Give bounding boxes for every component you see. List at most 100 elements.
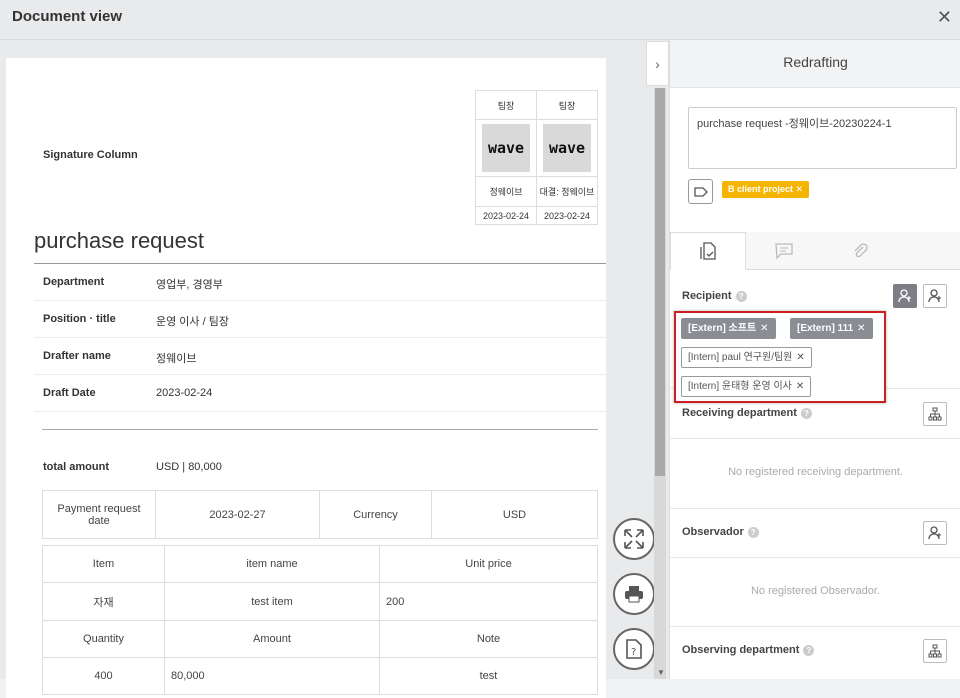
sig-role: 팀장 — [536, 90, 598, 120]
payment-table: Payment request date 2023-02-27 Currency… — [42, 490, 598, 539]
currency-label: Currency — [319, 490, 432, 539]
recipient-chip[interactable]: [Intern] 윤태형 운영 이사 ✕ — [681, 376, 812, 397]
close-icon[interactable]: ✕ — [937, 7, 952, 28]
tag-chip[interactable]: B client project ✕ — [722, 181, 810, 198]
field-key: Position · title — [43, 313, 116, 325]
recipient-chip[interactable]: [Extern] 소프트 ✕ — [681, 318, 776, 339]
table-cell: 80,000 — [164, 657, 380, 695]
tab-approval[interactable] — [670, 232, 746, 270]
sig-role: 팀장 — [475, 90, 537, 120]
empty-message: No registered Observador. — [750, 585, 880, 597]
tag-button[interactable] — [688, 179, 713, 204]
sig-date: 2023-02-24 — [536, 206, 598, 225]
observer-section-title: Observador? — [682, 526, 759, 538]
add-user-icon — [928, 526, 941, 540]
table-cell: test — [379, 657, 598, 695]
payment-label: Payment request date — [42, 490, 156, 539]
field-value: 정웨이브 — [156, 353, 197, 365]
add-recipient-button[interactable] — [893, 284, 917, 308]
document-page: Signature Column 팀장 팀장 wave wave 정웨이브 대결… — [6, 58, 606, 698]
sig-name: 대결: 정웨이브 — [536, 176, 598, 207]
help-doc-button[interactable]: ? — [613, 628, 655, 670]
recipient-chips-box: [Extern] 소프트 ✕ [Extern] 111 ✕ [Intern] pau… — [674, 311, 886, 403]
table-cell: test item — [164, 582, 380, 621]
field-total: total amount USD | 80,000 — [34, 449, 606, 486]
panel-tabs — [670, 232, 960, 270]
window-title: Document view — [12, 8, 123, 25]
field-department: Department 영업부, 경영부 — [34, 264, 606, 301]
receiving-label: Receiving department — [682, 407, 797, 419]
panel-title: Redrafting — [783, 54, 848, 70]
divider — [42, 429, 598, 430]
scrollbar[interactable]: ▼ — [654, 88, 666, 679]
panel-toggle-button[interactable]: › — [646, 41, 669, 86]
comment-icon — [775, 243, 793, 259]
field-key: Draft Date — [43, 387, 96, 399]
add-department-button[interactable] — [923, 402, 947, 426]
field-value: 2023-02-24 — [156, 387, 213, 399]
expand-icon — [624, 529, 644, 549]
scroll-down-icon[interactable]: ▼ — [657, 668, 665, 677]
table-cell: 자재 — [42, 582, 165, 621]
printer-icon — [625, 586, 643, 603]
currency-value: USD — [431, 490, 598, 539]
document-pane: Signature Column 팀장 팀장 wave wave 정웨이브 대결… — [0, 40, 669, 698]
remove-icon[interactable]: ✕ — [796, 184, 804, 194]
recipient-chip[interactable]: [Intern] paul 연구원/팀원 ✕ — [681, 347, 812, 368]
empty-message: No registered receiving department. — [728, 466, 903, 478]
org-chart-icon — [928, 644, 942, 658]
tab-attachments[interactable] — [822, 232, 898, 270]
table-cell: 400 — [42, 657, 165, 695]
chip-label: [Intern] 윤태형 운영 이사 — [688, 381, 792, 392]
observer-label: Observador — [682, 526, 744, 538]
subject-field[interactable]: purchase request -정웨이브-20230224-1 — [688, 107, 957, 169]
org-chart-icon — [928, 407, 942, 421]
remove-icon[interactable]: ✕ — [857, 323, 865, 334]
document-title: purchase request — [34, 228, 204, 253]
add-observer-button[interactable] — [923, 521, 947, 545]
field-key: total amount — [43, 461, 109, 473]
observing-label: Observing department — [682, 644, 800, 656]
recipient-section-title: Recipient? — [682, 290, 747, 302]
add-user-button[interactable] — [923, 284, 947, 308]
table-header: item name — [164, 545, 380, 583]
tab-comments[interactable] — [746, 232, 822, 270]
scrollbar-thumb[interactable] — [655, 88, 665, 476]
add-observing-department-button[interactable] — [923, 639, 947, 663]
table-header: Item — [42, 545, 165, 583]
chip-label: [Intern] paul 연구원/팀원 — [688, 352, 793, 363]
table-header: Unit price — [379, 545, 598, 583]
recipient-label: Recipient — [682, 290, 732, 302]
signature-table: 팀장 팀장 wave wave 정웨이브 대결: 정웨이브 2023-02-24… — [475, 90, 598, 225]
tag-icon — [693, 186, 708, 197]
remove-icon[interactable]: ✕ — [760, 323, 768, 334]
help-icon[interactable]: ? — [747, 526, 759, 538]
help-icon[interactable]: ? — [800, 407, 812, 419]
receiving-section-title: Receiving department? — [682, 407, 812, 419]
field-draft-date: Draft Date 2023-02-24 — [34, 375, 606, 412]
field-position: Position · title 운영 이사 / 팀장 — [34, 301, 606, 338]
chip-label: [Extern] 소프트 — [688, 323, 757, 334]
sig-date: 2023-02-24 — [475, 206, 537, 225]
document-help-icon: ? — [626, 639, 642, 659]
print-button[interactable] — [613, 573, 655, 615]
remove-icon[interactable]: ✕ — [796, 352, 804, 363]
sig-name: 정웨이브 — [475, 176, 537, 207]
expand-button[interactable] — [613, 518, 655, 560]
recipient-chip[interactable]: [Extern] 111 ✕ — [790, 318, 873, 339]
divider — [670, 557, 960, 558]
tag-label: B client project — [728, 184, 794, 194]
items-table: Item item name Unit price 자재 test item 2… — [42, 545, 598, 695]
window-titlebar: Document view ✕ — [0, 0, 960, 40]
remove-icon[interactable]: ✕ — [796, 381, 804, 392]
field-value: 영업부, 경영부 — [156, 279, 223, 291]
field-key: Drafter name — [43, 350, 111, 362]
payment-date: 2023-02-27 — [155, 490, 320, 539]
svg-text:?: ? — [631, 647, 636, 658]
help-icon[interactable]: ? — [803, 644, 815, 656]
table-header: Quantity — [42, 620, 165, 658]
signature-label: Signature Column — [43, 149, 138, 161]
help-icon[interactable]: ? — [735, 290, 747, 302]
table-header: Note — [379, 620, 598, 658]
field-key: Department — [43, 276, 105, 288]
